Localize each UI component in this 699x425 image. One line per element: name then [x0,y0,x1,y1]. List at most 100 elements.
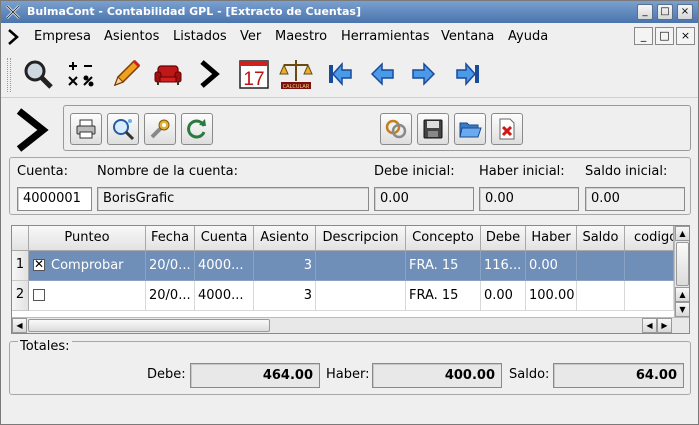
row-number[interactable]: 1 [12,251,29,281]
punteo-checkbox[interactable]: ✕ [33,257,45,271]
scroll-right-icon[interactable]: ▶ [657,318,672,333]
scroll-left-icon[interactable]: ◀ [12,318,27,333]
cuenta-field[interactable]: 4000001 [17,187,92,211]
calendar-icon[interactable]: 17 [237,57,271,91]
table-row[interactable]: 20/0... 4000... 3 FRA. 15 0.00 100.00 [29,281,674,311]
row-number[interactable]: 2 [12,281,29,311]
maximize-button[interactable]: □ [657,4,673,20]
chevron-icon[interactable] [193,57,227,91]
header-asiento[interactable]: Asiento [254,226,316,251]
save-icon[interactable] [417,113,449,145]
main-window: BulmaCont - Contabilidad GPL - [Extracto… [0,0,699,425]
cuenta-label: Cuenta: [17,164,68,179]
descripcion-cell[interactable] [316,251,406,281]
calculator-icon[interactable] [64,57,98,91]
last-icon[interactable] [451,57,485,91]
open-folder-icon[interactable] [454,113,486,145]
menu-ver[interactable]: Ver [240,29,261,44]
link-icon[interactable] [380,113,412,145]
extract-toolbar [63,105,691,151]
pencil-icon[interactable] [109,57,143,91]
scroll-down-icon[interactable]: ▼ [675,302,689,317]
haber-cell[interactable]: 0.00 [526,251,577,281]
haber-inicial-field[interactable]: 0.00 [479,187,579,211]
mdi-restore-button[interactable]: □ [655,27,674,45]
total-debe-field: 464.00 [190,363,320,388]
scroll-up-icon[interactable]: ▲ [675,287,689,302]
search-zoom-icon[interactable] [107,113,139,145]
search-icon[interactable] [21,57,55,91]
menu-ventana[interactable]: Ventana [441,29,494,44]
asiento-cell[interactable]: 3 [254,281,316,311]
first-icon[interactable] [323,57,357,91]
debe-inicial-field[interactable]: 0.00 [374,187,474,211]
vertical-scroll-thumb[interactable] [676,242,689,286]
toolbar-grip[interactable] [7,58,11,92]
header-cuenta[interactable]: Cuenta [195,226,254,251]
codigob-cell[interactable] [625,281,674,311]
big-chevron-icon [16,108,49,152]
punteo-checkbox[interactable] [33,288,45,301]
table-row[interactable]: ✕ Comprobar 20/0... 4000... 3 FRA. 15 116… [29,251,674,281]
mdi-close-button[interactable]: × [676,27,695,45]
saldo-cell[interactable] [577,251,625,281]
armchair-icon[interactable] [151,57,185,91]
print-icon[interactable] [70,113,102,145]
vertical-scrollbar[interactable]: ▲ ▲ ▼ [674,226,689,317]
concepto-cell[interactable]: FRA. 15 [406,251,481,281]
scroll-left-icon[interactable]: ◀ [642,318,657,333]
header-saldo[interactable]: Saldo [577,226,625,251]
close-doc-icon[interactable] [491,113,523,145]
header-debe[interactable]: Debe [481,226,526,251]
descripcion-cell[interactable] [316,281,406,311]
app-icon [6,5,20,19]
settings-icon[interactable] [144,113,176,145]
asiento-cell[interactable]: 3 [254,251,316,281]
calendar-day: 17 [243,69,264,90]
punteo-cell[interactable]: ✕ Comprobar [29,251,146,281]
menu-empresa[interactable]: Empresa [34,29,91,44]
refresh-icon[interactable] [181,113,213,145]
debe-cell[interactable]: 0.00 [481,281,526,311]
saldo-cell[interactable] [577,281,625,311]
next-icon[interactable] [407,57,441,91]
total-saldo-field: 64.00 [553,363,684,388]
punteo-text: Comprobar [51,258,124,273]
mdi-minimize-button[interactable]: _ [634,27,653,45]
menu-ayuda[interactable]: Ayuda [508,29,548,44]
close-button[interactable]: × [677,4,693,20]
fecha-cell[interactable]: 20/0... [146,281,195,311]
debe-cell[interactable]: 116... [481,251,526,281]
header-haber[interactable]: Haber [526,226,577,251]
codigob-cell[interactable] [625,251,674,281]
horizontal-scrollbar[interactable]: ◀ ◀ ▶ [12,317,689,333]
menu-asientos[interactable]: Asientos [104,29,159,44]
saldo-inicial-label: Saldo inicial: [585,164,668,179]
menu-maestro[interactable]: Maestro [275,29,327,44]
minimize-button[interactable]: _ [637,4,653,20]
title-bar[interactable]: BulmaCont - Contabilidad GPL - [Extracto… [1,1,698,23]
header-codigob[interactable]: codigob [625,226,674,251]
previous-icon[interactable] [365,57,399,91]
haber-cell[interactable]: 100.00 [526,281,577,311]
header-descripcion[interactable]: Descripcion [316,226,406,251]
fecha-cell[interactable]: 20/0... [146,251,195,281]
total-saldo-label: Saldo: [509,367,550,382]
concepto-cell[interactable]: FRA. 15 [406,281,481,311]
cuenta-cell[interactable]: 4000... [195,281,254,311]
totals-title: Totales: [18,339,72,354]
header-fecha[interactable]: Fecha [146,226,195,251]
haber-inicial-label: Haber inicial: [479,164,565,179]
saldo-inicial-field[interactable]: 0.00 [585,187,685,211]
nombre-field[interactable]: BorisGrafic [97,187,369,211]
horizontal-scroll-thumb[interactable] [28,319,270,332]
debe-inicial-label: Debe inicial: [374,164,455,179]
cuenta-cell[interactable]: 4000... [195,251,254,281]
menu-herramientas[interactable]: Herramientas [341,29,430,44]
punteo-cell[interactable] [29,281,146,311]
header-punteo[interactable]: Punteo [29,226,146,251]
header-concepto[interactable]: Concepto [406,226,481,251]
scroll-up-icon[interactable]: ▲ [675,226,689,241]
balance-scale-icon[interactable]: CALCULAR [279,57,313,91]
menu-listados[interactable]: Listados [173,29,227,44]
